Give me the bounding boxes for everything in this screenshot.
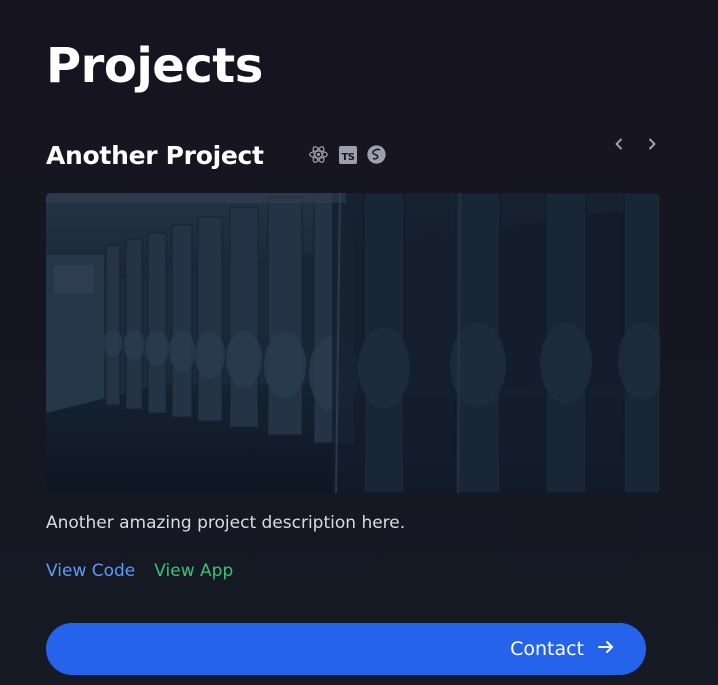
typescript-icon: TS: [337, 144, 358, 165]
corridor-photo: [46, 193, 660, 493]
contact-button[interactable]: Contact: [46, 623, 646, 675]
project-description: Another amazing project description here…: [46, 513, 406, 533]
project-links: View Code View App: [46, 558, 233, 584]
tech-stack-icons: TS: [308, 144, 387, 165]
view-app-link[interactable]: View App: [154, 558, 233, 584]
react-icon: [308, 144, 329, 165]
sass-icon: [366, 144, 387, 165]
project-title: Another Project: [46, 141, 264, 170]
carousel-nav: [609, 134, 662, 154]
project-header: Another Project TS: [46, 138, 666, 174]
project-image: [46, 193, 660, 493]
view-code-link[interactable]: View Code: [46, 558, 135, 584]
projects-page: Projects Another Project TS Another amaz…: [0, 0, 718, 685]
page-title: Projects: [46, 38, 263, 94]
chevron-right-icon[interactable]: [642, 134, 662, 154]
arrow-right-icon: [596, 637, 616, 662]
chevron-left-icon[interactable]: [609, 134, 629, 154]
contact-button-label: Contact: [510, 638, 584, 660]
ts-badge-text: TS: [338, 145, 357, 164]
